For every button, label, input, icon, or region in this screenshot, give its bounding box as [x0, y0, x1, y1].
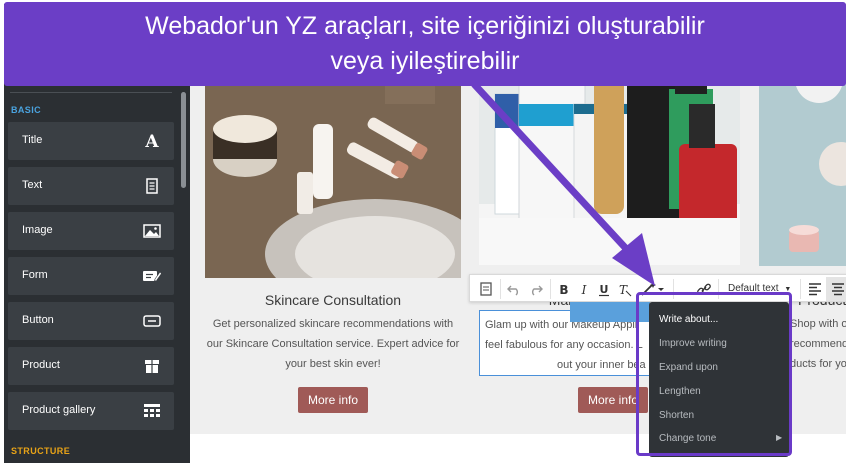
card-description: Get personalized skincare recommendation… — [205, 314, 461, 374]
svg-text:B: B — [559, 283, 568, 297]
svg-text:I: I — [581, 283, 587, 297]
svg-text:A: A — [144, 132, 159, 151]
card-title: Skincare Consultation — [264, 292, 402, 308]
title-icon: A — [144, 132, 159, 151]
sidebar-item-label: Image — [22, 224, 53, 236]
sidebar-item-form[interactable]: Form — [8, 257, 174, 295]
form-icon — [143, 271, 162, 282]
sidebar-item-label: Button — [22, 314, 54, 326]
toolbar-separator — [500, 279, 501, 299]
product-gallery-icon — [144, 404, 160, 417]
card-desc-line: your best skin ever! — [285, 358, 381, 370]
card-desc-line: our Skincare Consultation service. Exper… — [206, 338, 460, 350]
align-left-icon[interactable] — [807, 281, 823, 297]
align-center-icon — [832, 283, 844, 296]
italic-icon[interactable]: I — [576, 281, 592, 297]
card-desc-line: Shop with o — [790, 318, 846, 330]
section-label-structure: STRUCTURE — [11, 446, 71, 456]
button-icon — [143, 315, 161, 327]
block-icon[interactable] — [478, 281, 494, 297]
sidebar-item-product[interactable]: Product — [8, 347, 174, 385]
menu-highlight-frame — [636, 292, 792, 456]
sidebar-item-image[interactable]: Image — [8, 212, 174, 250]
sidebar-item-label: Product — [22, 359, 60, 371]
sidebar-item-label: Product gallery — [22, 404, 96, 416]
sidebar-item-text[interactable]: Text — [8, 167, 174, 205]
banner-line-2: veya iyileştirebilir — [330, 47, 520, 75]
screenshot: BASIC Title A Text Image Form Button Pro… — [0, 0, 850, 467]
card-desc-line: Get personalized skincare recommendation… — [212, 318, 454, 330]
product-icon — [145, 360, 159, 373]
card-description: Shop with o recommenda ducts for yo — [790, 314, 846, 374]
svg-text:U: U — [600, 283, 609, 296]
banner-line-1: Webador'un YZ araçları, site içeriğinizi… — [145, 12, 705, 40]
more-info-button[interactable]: More info — [298, 387, 368, 413]
text-icon — [146, 178, 158, 194]
bold-icon[interactable]: B — [556, 281, 572, 297]
sidebar-item-product-gallery[interactable]: Product gallery — [8, 392, 174, 430]
align-center-button[interactable] — [826, 277, 846, 301]
card-desc-line: ducts for yo — [790, 358, 846, 370]
toolbar-separator — [800, 279, 801, 299]
sidebar-divider — [10, 92, 172, 93]
clear-format-icon[interactable]: T — [616, 281, 632, 297]
underline-icon[interactable]: U — [596, 281, 612, 297]
sidebar-item-title[interactable]: Title A — [8, 122, 174, 160]
sidebar-scrollbar[interactable] — [181, 92, 186, 188]
sidebar-item-label: Form — [22, 269, 48, 281]
section-label-basic: BASIC — [11, 105, 42, 115]
sidebar-item-label: Text — [22, 179, 43, 191]
sidebar-item-label: Title — [22, 134, 43, 146]
redo-icon[interactable] — [528, 281, 544, 297]
card-desc-line: recommenda — [790, 338, 846, 350]
undo-icon[interactable] — [506, 281, 522, 297]
sidebar-item-button[interactable]: Button — [8, 302, 174, 340]
caption-banner: Webador'un YZ araçları, site içeriğinizi… — [4, 2, 846, 86]
svg-text:T: T — [619, 283, 628, 297]
image-icon — [143, 224, 161, 238]
toolbar-separator — [550, 279, 551, 299]
